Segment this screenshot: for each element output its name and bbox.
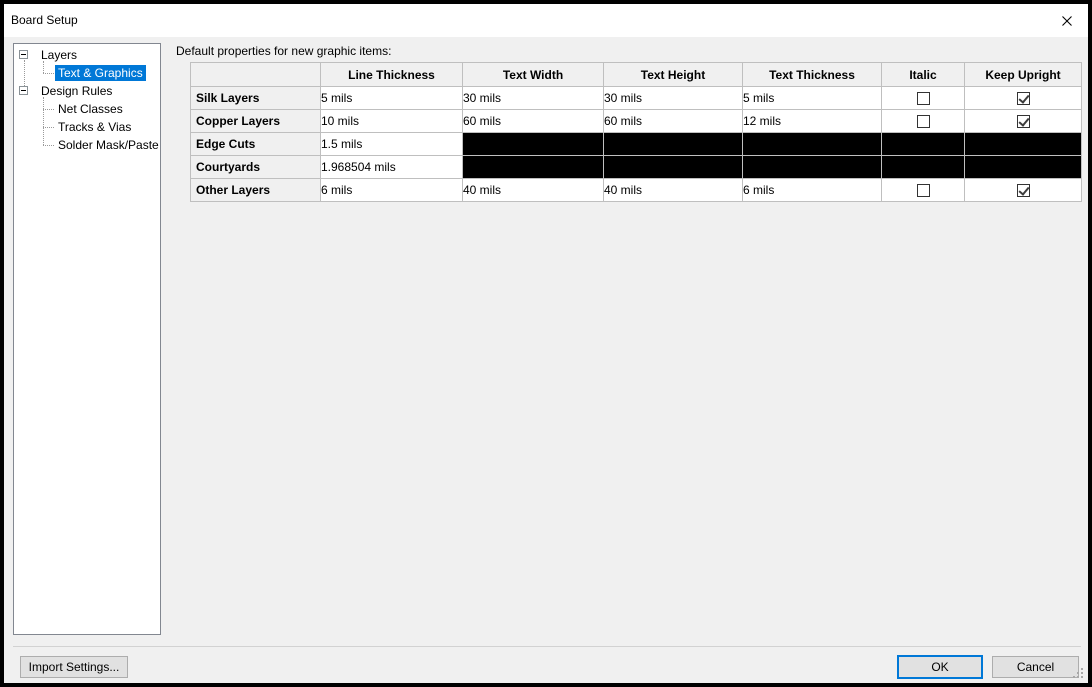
board-setup-dialog: Board Setup Layers Text & Graphics Design … (0, 0, 1092, 687)
row-header: Edge Cuts (191, 133, 321, 156)
corner-header-cell (191, 63, 321, 87)
value-cell[interactable]: 5 mils (743, 87, 882, 110)
blacked-out-cell (604, 156, 743, 179)
value-cell[interactable]: 1.968504 mils (321, 156, 463, 179)
column-header: Text Thickness (743, 63, 882, 87)
column-header: Text Width (463, 63, 604, 87)
row-header: Silk Layers (191, 87, 321, 110)
blacked-out-cell (965, 133, 1082, 156)
checkbox-cell (965, 87, 1082, 110)
blacked-out-cell (743, 156, 882, 179)
settings-tree-panel[interactable]: Layers Text & Graphics Design Rules Net Cla… (13, 43, 161, 635)
sidebar-item-layers[interactable]: Layers (14, 46, 80, 64)
graphic-defaults-table: Line ThicknessText WidthText HeightText … (190, 62, 1082, 202)
blacked-out-cell (965, 156, 1082, 179)
tree-collapse-icon[interactable] (19, 50, 28, 59)
sidebar-item-solder-mask-paste[interactable]: Solder Mask/Paste (14, 136, 162, 154)
value-cell[interactable]: 10 mils (321, 110, 463, 133)
tree-item-label: Text & Graphics (55, 65, 146, 81)
value-cell[interactable]: 12 mils (743, 110, 882, 133)
checkbox-unchecked[interactable] (917, 115, 930, 128)
sidebar-item-net-classes[interactable]: Net Classes (14, 100, 126, 118)
blacked-out-cell (463, 133, 604, 156)
column-header: Text Height (604, 63, 743, 87)
close-button[interactable] (1057, 11, 1077, 31)
column-header: Keep Upright (965, 63, 1082, 87)
graphic-defaults-table-wrap: Line ThicknessText WidthText HeightText … (190, 62, 1082, 202)
column-header: Italic (882, 63, 965, 87)
checkbox-unchecked[interactable] (917, 184, 930, 197)
column-header: Line Thickness (321, 63, 463, 87)
table-row: Silk Layers5 mils30 mils30 mils5 mils (191, 87, 1082, 110)
sidebar-item-text-graphics[interactable]: Text & Graphics (14, 64, 146, 82)
cancel-button[interactable]: Cancel (992, 656, 1079, 678)
tree-item-label: Tracks & Vias (55, 119, 134, 135)
value-cell[interactable]: 40 mils (604, 179, 743, 202)
titlebar[interactable]: Board Setup (4, 4, 1088, 37)
sidebar-item-design-rules[interactable]: Design Rules (14, 82, 115, 100)
resize-grip[interactable] (1072, 667, 1084, 679)
tree-item-label: Net Classes (55, 101, 126, 117)
value-cell[interactable]: 30 mils (604, 87, 743, 110)
tree-item-label: Layers (38, 47, 80, 63)
value-cell[interactable]: 5 mils (321, 87, 463, 110)
blacked-out-cell (882, 156, 965, 179)
blacked-out-cell (882, 133, 965, 156)
checkbox-cell (882, 110, 965, 133)
value-cell[interactable]: 30 mils (463, 87, 604, 110)
blacked-out-cell (463, 156, 604, 179)
value-cell[interactable]: 40 mils (463, 179, 604, 202)
blacked-out-cell (604, 133, 743, 156)
checkbox-unchecked[interactable] (917, 92, 930, 105)
table-row: Edge Cuts1.5 mils (191, 133, 1082, 156)
value-cell[interactable]: 6 mils (321, 179, 463, 202)
checkbox-checked[interactable] (1017, 115, 1030, 128)
checkbox-cell (965, 179, 1082, 202)
window-title: Board Setup (11, 13, 78, 27)
row-header: Copper Layers (191, 110, 321, 133)
table-row: Other Layers6 mils40 mils40 mils6 mils (191, 179, 1082, 202)
row-header: Courtyards (191, 156, 321, 179)
footer-divider (13, 646, 1081, 647)
blacked-out-cell (743, 133, 882, 156)
ok-button[interactable]: OK (897, 655, 983, 679)
tree-item-label: Solder Mask/Paste (55, 137, 162, 153)
checkbox-checked[interactable] (1017, 92, 1030, 105)
checkbox-cell (882, 87, 965, 110)
checkbox-cell (882, 179, 965, 202)
row-header: Other Layers (191, 179, 321, 202)
section-label: Default properties for new graphic items… (176, 44, 391, 58)
tree-collapse-icon[interactable] (19, 86, 28, 95)
checkbox-cell (965, 110, 1082, 133)
tree-item-label: Design Rules (38, 83, 115, 99)
value-cell[interactable]: 60 mils (463, 110, 604, 133)
value-cell[interactable]: 1.5 mils (321, 133, 463, 156)
table-row: Courtyards1.968504 mils (191, 156, 1082, 179)
table-header-row: Line ThicknessText WidthText HeightText … (191, 63, 1082, 87)
value-cell[interactable]: 6 mils (743, 179, 882, 202)
value-cell[interactable]: 60 mils (604, 110, 743, 133)
table-row: Copper Layers10 mils60 mils60 mils12 mil… (191, 110, 1082, 133)
checkbox-checked[interactable] (1017, 184, 1030, 197)
import-settings-button[interactable]: Import Settings... (20, 656, 128, 678)
sidebar-item-tracks-vias[interactable]: Tracks & Vias (14, 118, 134, 136)
close-icon (1061, 15, 1073, 27)
